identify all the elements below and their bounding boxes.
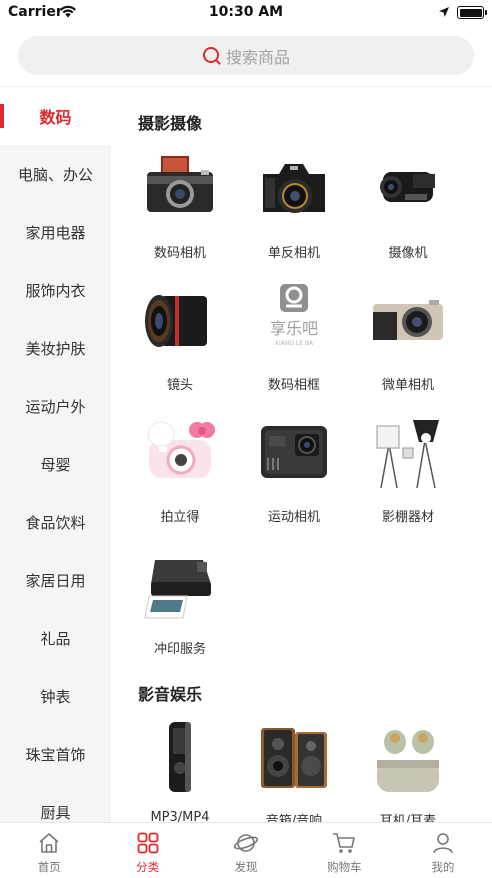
audio-video-grid: MP3/MP4 音箱/音响 耳机/耳麦 <box>123 714 465 822</box>
lens-image <box>141 282 219 360</box>
clock: 10:30 AM <box>208 4 284 20</box>
sidebar-item[interactable]: 食品饮料 <box>0 493 111 551</box>
product-category-item[interactable]: 影棚器材 <box>351 410 465 542</box>
search-placeholder: 搜索商品 <box>225 47 290 67</box>
digital-camera-image <box>141 150 219 228</box>
product-category-label: 影棚器材 <box>381 510 434 525</box>
tab-category[interactable]: 分类 <box>98 823 196 878</box>
product-category-label: 冲印服务 <box>153 642 206 657</box>
tab-planet[interactable]: 发现 <box>197 823 295 878</box>
instant-camera-image <box>141 414 219 492</box>
logo-subtext: XIANG LE BA <box>275 340 314 347</box>
action-camera-image <box>255 414 333 492</box>
tab-label: 购物车 <box>327 860 362 874</box>
sidebar-item-label: 礼品 <box>40 629 71 648</box>
sidebar-item-label: 数码 <box>39 108 72 127</box>
sidebar-item-label: 母婴 <box>40 455 71 474</box>
product-category-item[interactable]: 微单相机 <box>351 278 465 410</box>
sidebar-item-label: 厨具 <box>40 803 71 822</box>
section-title-photography: 摄影摄像 <box>138 114 203 133</box>
sidebar-item[interactable]: 美妆护肤 <box>0 319 111 377</box>
search-icon <box>202 46 222 66</box>
sidebar-item-label: 食品饮料 <box>25 513 86 532</box>
sidebar-item[interactable]: 家用电器 <box>0 203 111 261</box>
product-category-label: 微单相机 <box>381 378 434 393</box>
product-category-label: 数码相机 <box>153 246 206 261</box>
sidebar-item[interactable]: 家居日用 <box>0 551 111 609</box>
section-title-audio-video: 影音娱乐 <box>138 685 203 704</box>
xiangleba-logo-image: 享乐吧 XIANG LE BA <box>270 284 318 347</box>
product-category-item[interactable]: 音箱/音响 <box>237 714 351 822</box>
product-category-item[interactable]: 耳机/耳麦 <box>351 714 465 822</box>
product-category-label: MP3/MP4 <box>150 810 210 822</box>
status-bar: Carrier 10:30 AM <box>0 0 492 26</box>
user-icon <box>433 833 453 854</box>
tab-label: 首页 <box>37 860 61 874</box>
product-category-label: 单反相机 <box>267 246 320 261</box>
sidebar-item-label: 电脑、办公 <box>17 165 93 184</box>
xiangleba-logo-image: 享乐吧 XIANG LE BA <box>255 282 333 360</box>
camcorder-image <box>369 150 447 228</box>
sidebar-item[interactable]: 礼品 <box>0 609 111 667</box>
category-icon <box>137 832 159 854</box>
sidebar-item[interactable]: 珠宝首饰 <box>0 725 111 783</box>
tab-user[interactable]: 我的 <box>394 823 492 878</box>
product-category-label: 摄像机 <box>388 246 428 261</box>
sidebar-item-label: 家用电器 <box>25 223 86 242</box>
location-arrow-icon <box>439 7 449 17</box>
product-category-item[interactable]: 数码相机 <box>123 146 237 278</box>
sidebar-item[interactable]: 电脑、办公 <box>0 145 111 203</box>
speakers-image <box>255 718 333 796</box>
tab-label: 我的 <box>431 860 455 874</box>
sidebar-item[interactable]: 钟表 <box>0 667 111 725</box>
sidebar-item-label: 运动户外 <box>25 397 86 416</box>
product-category-item[interactable]: 单反相机 <box>237 146 351 278</box>
sidebar-item-label: 钟表 <box>40 687 71 706</box>
sidebar-item[interactable]: 服饰内衣 <box>0 261 111 319</box>
mp3-player-image <box>141 718 219 796</box>
earbuds-image <box>369 718 447 796</box>
tab-label: 发现 <box>234 860 258 874</box>
sidebar-item[interactable]: 运动户外 <box>0 377 111 435</box>
home-icon <box>39 833 59 853</box>
sidebar-item-label: 珠宝首饰 <box>25 745 86 764</box>
battery-level <box>459 8 482 17</box>
logo-text: 享乐吧 <box>270 319 318 338</box>
search-bar[interactable]: 搜索商品 <box>18 36 474 75</box>
category-sidebar[interactable]: 数码电脑、办公家用电器服饰内衣美妆护肤运动户外母婴食品饮料家居日用礼品钟表珠宝首… <box>0 87 111 822</box>
sidebar-item-label: 家居日用 <box>25 571 86 590</box>
dslr-camera-image <box>255 150 333 228</box>
product-category-label: 运动相机 <box>267 510 320 525</box>
product-category-item[interactable]: 享乐吧 XIANG LE BA 数码相框 <box>237 278 351 410</box>
product-category-label: 音箱/音响 <box>265 814 323 822</box>
product-category-item[interactable]: 运动相机 <box>237 410 351 542</box>
photo-printer-image <box>141 546 219 624</box>
tab-cart[interactable]: 购物车 <box>295 823 393 878</box>
sidebar-item[interactable]: 母婴 <box>0 435 111 493</box>
tab-home[interactable]: 首页 <box>0 823 98 878</box>
product-category-item[interactable]: 冲印服务 <box>123 542 237 674</box>
product-category-item[interactable]: 镜头 <box>123 278 237 410</box>
planet-icon <box>233 834 259 852</box>
product-category-label: 数码相框 <box>267 378 320 393</box>
sidebar-item-label: 服饰内衣 <box>25 281 86 300</box>
battery-icon <box>457 6 487 19</box>
photography-grid: 数码相机 单反相机 摄像机 镜头 享乐吧 XIANG LE BA 数码相框 微单相机 拍立… <box>123 146 465 674</box>
cart-icon <box>333 833 356 853</box>
bottom-tab-bar: 首页 分类 发现 购物车 我的 <box>0 822 492 878</box>
product-category-label: 拍立得 <box>160 510 200 525</box>
product-category-item[interactable]: MP3/MP4 <box>123 714 237 822</box>
category-content[interactable]: 摄影摄像 数码相机 单反相机 摄像机 镜头 享乐吧 XIANG LE BA 数码相框微… <box>111 87 492 822</box>
sidebar-item[interactable]: 数码 <box>0 87 111 145</box>
mirrorless-camera-image <box>369 282 447 360</box>
product-category-label: 镜头 <box>166 378 193 393</box>
sidebar-item[interactable]: 厨具 <box>0 783 111 822</box>
sidebar-item-label: 美妆护肤 <box>25 339 86 358</box>
studio-lights-image <box>369 414 447 492</box>
product-category-item[interactable]: 摄像机 <box>351 146 465 278</box>
product-category-item[interactable]: 拍立得 <box>123 410 237 542</box>
tab-label: 分类 <box>136 860 160 874</box>
product-category-label: 耳机/耳麦 <box>379 814 437 822</box>
